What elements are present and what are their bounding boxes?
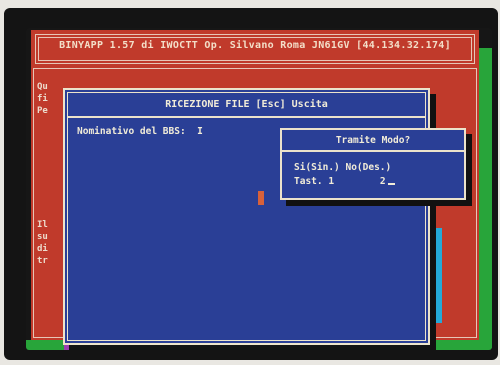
- text-cursor: [387, 183, 395, 185]
- background-text-line: tr: [37, 256, 48, 266]
- monitor-bezel: BINYAPP 1.57 di IWOCTT Op. Silvano Roma …: [4, 8, 498, 360]
- background-text-line: di: [37, 244, 48, 254]
- background-text-line: su: [37, 232, 48, 242]
- background-text-line: Il: [37, 220, 48, 230]
- mode-dialog-title-text: Tramite Modo?: [335, 134, 411, 146]
- bbs-callsign-label: Nominativo del BBS:: [77, 126, 186, 137]
- app-title: BINYAPP 1.57 di IWOCTT Op. Silvano Roma …: [59, 40, 451, 51]
- screen: BINYAPP 1.57 di IWOCTT Op. Silvano Roma …: [26, 28, 492, 350]
- bbs-callsign-input[interactable]: I: [197, 126, 203, 137]
- cursor-block: [258, 191, 264, 205]
- mode-dialog-title: Tramite Modo?: [282, 130, 464, 152]
- receive-file-window: RICEZIONE FILE [Esc] Uscita Nominativo d…: [63, 88, 430, 345]
- receive-window-title: RICEZIONE FILE [Esc] Uscita: [67, 92, 426, 118]
- green-side-bar: [479, 48, 492, 348]
- mode-options-line[interactable]: Si(Sin.) No(Des.): [294, 162, 391, 173]
- background-text-line: Qu: [37, 82, 48, 92]
- background-text-line: Pe: [37, 106, 48, 116]
- background-text-line: fi: [37, 94, 48, 104]
- cyan-side-strip: [436, 228, 442, 323]
- mode-dialog: Tramite Modo? Si(Sin.) No(Des.) Tast. 1 …: [280, 128, 466, 200]
- receive-window-title-text: RICEZIONE FILE [Esc] Uscita: [165, 98, 328, 110]
- bbs-callsign-prompt[interactable]: Nominativo del BBS: I: [77, 126, 203, 137]
- mode-keys-line[interactable]: Tast. 1 2: [294, 176, 395, 187]
- keys-label: Tast.: [294, 176, 323, 187]
- key-1-option[interactable]: 1: [328, 176, 334, 187]
- key-2-option[interactable]: 2: [380, 176, 386, 187]
